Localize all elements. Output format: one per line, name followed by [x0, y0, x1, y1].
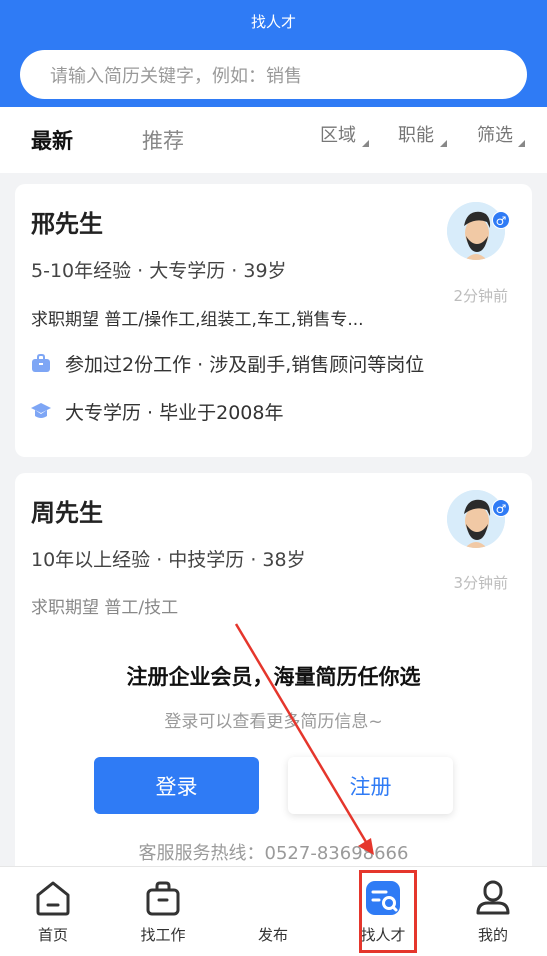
update-time: 2分钟前: [453, 287, 508, 305]
candidate-summary: 10年以上经验 · 中技学历 · 38岁: [31, 549, 306, 571]
update-time: 3分钟前: [453, 574, 508, 592]
header: 找人才 请输入简历关键字，例如：销售: [0, 0, 547, 107]
education-history: 大专学历 · 毕业于2008年: [65, 402, 284, 424]
dropdown-triangle-icon: [518, 140, 525, 147]
filter-region-label: 区域: [320, 125, 356, 146]
tab-mine-label: 我的: [477, 926, 508, 944]
page-title: 找人才: [250, 13, 296, 31]
avatar-illustration-icon: [447, 490, 505, 548]
service-hotline: 客服服务热线：0527-83698666: [138, 843, 409, 864]
filter-function[interactable]: 职能: [398, 121, 447, 147]
tab-home-label: 首页: [37, 926, 68, 944]
filter-function-label: 职能: [398, 125, 434, 146]
tab-find-job-label: 找工作: [140, 926, 186, 944]
work-history: 参加过2份工作 · 涉及副手,销售顾问等岗位: [65, 354, 425, 376]
candidate-name: 周先生: [31, 499, 103, 527]
job-expectation: 求职期望 普工/技工: [31, 598, 179, 618]
tab-publish-label: 发布: [257, 926, 288, 944]
dropdown-triangle-icon: [440, 140, 447, 147]
promo-subtitle: 登录可以查看更多简历信息~: [164, 712, 383, 732]
avatar: [447, 202, 505, 260]
dropdown-triangle-icon: [362, 140, 369, 147]
filter-screen[interactable]: 筛选: [477, 121, 525, 147]
resume-card[interactable]: 邢先生 5-10年经验 · 大专学历 · 39岁 求职期望 普工/操作工,组装工…: [15, 184, 532, 457]
tab-bar: 最新 推荐 区域 职能 筛选: [0, 107, 547, 173]
filter-region[interactable]: 区域: [320, 121, 369, 147]
tab-publish[interactable]: 发布: [223, 867, 323, 956]
candidate-summary: 5-10年经验 · 大专学历 · 39岁: [31, 260, 287, 282]
graduation-cap-icon: [31, 403, 51, 418]
avatar: [447, 490, 505, 548]
tab-home[interactable]: 首页: [3, 867, 103, 956]
tab-find-job[interactable]: 找工作: [113, 867, 213, 956]
male-gender-icon: ♂: [492, 211, 510, 229]
register-button[interactable]: 注册: [288, 757, 453, 814]
briefcase-icon: [146, 881, 180, 916]
tab-mine[interactable]: 我的: [443, 867, 543, 956]
candidate-name: 邢先生: [31, 210, 103, 238]
job-expectation: 求职期望 普工/操作工,组装工,车工,销售专...: [31, 310, 364, 330]
male-gender-icon: ♂: [492, 499, 510, 517]
promo-title: 注册企业会员，海量简历任你选: [126, 665, 421, 689]
login-button[interactable]: 登录: [94, 757, 259, 814]
search-input[interactable]: 请输入简历关键字，例如：销售: [20, 50, 527, 99]
bottom-tab-bar: 首页 找工作 发布 找人才 我的: [0, 866, 547, 956]
filter-screen-label: 筛选: [477, 125, 513, 146]
avatar-illustration-icon: [447, 202, 505, 260]
briefcase-icon: [32, 354, 50, 372]
person-icon: [476, 880, 510, 915]
tab-recommend[interactable]: 推荐: [142, 125, 184, 155]
home-icon: [36, 881, 70, 916]
search-placeholder: 请输入简历关键字，例如：销售: [50, 65, 302, 87]
tab-latest[interactable]: 最新: [31, 125, 73, 155]
highlight-box: [359, 870, 417, 953]
